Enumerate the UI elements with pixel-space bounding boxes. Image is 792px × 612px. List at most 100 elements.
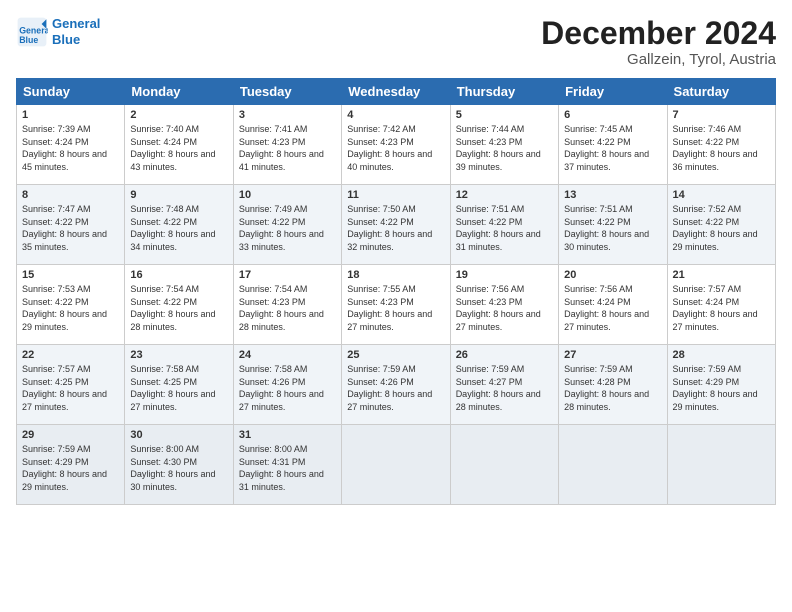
calendar-cell: 2Sunrise: 7:40 AMSunset: 4:24 PMDaylight… (125, 105, 233, 185)
day-number: 5 (456, 109, 553, 121)
calendar-cell: 13 Sunrise: 7:51 AMSunset: 4:22 PMDayligh… (559, 185, 667, 265)
day-number: 1 (22, 109, 119, 121)
day-info: Sunrise: 7:51 AMSunset: 4:22 PMDaylight:… (564, 203, 661, 253)
day-info: Sunrise: 7:42 AMSunset: 4:23 PMDaylight:… (347, 123, 444, 173)
calendar-cell: 24Sunrise: 7:58 AMSunset: 4:26 PMDayligh… (233, 345, 341, 425)
calendar-cell: 25 Sunrise: 7:59 AMSunset: 4:26 PMDayligh… (342, 345, 450, 425)
day-info: Sunrise: 7:50 AMSunset: 4:22 PMDaylight:… (347, 203, 444, 253)
day-info: Sunrise: 7:59 AMSunset: 4:27 PMDaylight:… (456, 363, 553, 413)
calendar-cell: 21 Sunrise: 7:57 AMSunset: 4:24 PMDayligh… (667, 265, 775, 345)
day-number: 14 (673, 189, 770, 201)
day-number: 28 (673, 349, 770, 361)
calendar-cell: 28 Sunrise: 7:59 AMSunset: 4:29 PMDayligh… (667, 345, 775, 425)
calendar-cell: 18Sunrise: 7:55 AMSunset: 4:23 PMDayligh… (342, 265, 450, 345)
weekday-header: Saturday (667, 79, 775, 105)
calendar-cell (559, 425, 667, 505)
month-title: December 2024 (541, 16, 776, 51)
day-info: Sunrise: 7:52 AMSunset: 4:22 PMDaylight:… (673, 203, 770, 253)
day-info: Sunrise: 7:48 AMSunset: 4:22 PMDaylight:… (130, 203, 227, 253)
calendar-cell (342, 425, 450, 505)
calendar-cell: 1 Sunrise: 7:39 AMSunset: 4:24 PMDaylight… (17, 105, 125, 185)
day-number: 17 (239, 269, 336, 281)
calendar-cell: 19 Sunrise: 7:56 AMSunset: 4:23 PMDayligh… (450, 265, 558, 345)
day-number: 2 (130, 109, 227, 121)
calendar-cell: 20 Sunrise: 7:56 AMSunset: 4:24 PMDayligh… (559, 265, 667, 345)
day-number: 21 (673, 269, 770, 281)
day-info: Sunrise: 8:00 AMSunset: 4:30 PMDaylight:… (130, 443, 227, 493)
logo-text: GeneralBlue (52, 16, 100, 47)
day-number: 31 (239, 429, 336, 441)
calendar-cell (450, 425, 558, 505)
day-info: Sunrise: 7:47 AMSunset: 4:22 PMDaylight:… (22, 203, 119, 253)
calendar-cell: 14 Sunrise: 7:52 AMSunset: 4:22 PMDayligh… (667, 185, 775, 265)
calendar-week-row: 22 Sunrise: 7:57 AMSunset: 4:25 PMDayligh… (17, 345, 776, 425)
calendar-cell: 16Sunrise: 7:54 AMSunset: 4:22 PMDayligh… (125, 265, 233, 345)
header: General Blue GeneralBlue December 2024 G… (16, 16, 776, 68)
day-info: Sunrise: 7:59 AMSunset: 4:29 PMDaylight:… (673, 363, 770, 413)
day-number: 15 (22, 269, 119, 281)
calendar-cell (667, 425, 775, 505)
calendar-week-row: 1 Sunrise: 7:39 AMSunset: 4:24 PMDaylight… (17, 105, 776, 185)
day-info: Sunrise: 7:44 AMSunset: 4:23 PMDaylight:… (456, 123, 553, 173)
day-info: Sunrise: 7:56 AMSunset: 4:24 PMDaylight:… (564, 283, 661, 333)
weekday-header: Monday (125, 79, 233, 105)
weekday-header: Friday (559, 79, 667, 105)
calendar-cell: 3 Sunrise: 7:41 AMSunset: 4:23 PMDaylight… (233, 105, 341, 185)
day-number: 6 (564, 109, 661, 121)
day-info: Sunrise: 7:59 AMSunset: 4:26 PMDaylight:… (347, 363, 444, 413)
calendar-cell: 22 Sunrise: 7:57 AMSunset: 4:25 PMDayligh… (17, 345, 125, 425)
day-number: 22 (22, 349, 119, 361)
day-number: 24 (239, 349, 336, 361)
day-number: 16 (130, 269, 227, 281)
calendar-cell: 23Sunrise: 7:58 AMSunset: 4:25 PMDayligh… (125, 345, 233, 425)
calendar-cell: 9 Sunrise: 7:48 AMSunset: 4:22 PMDaylight… (125, 185, 233, 265)
day-number: 26 (456, 349, 553, 361)
day-info: Sunrise: 7:49 AMSunset: 4:22 PMDaylight:… (239, 203, 336, 253)
calendar-cell: 11 Sunrise: 7:50 AMSunset: 4:22 PMDayligh… (342, 185, 450, 265)
weekday-header: Thursday (450, 79, 558, 105)
calendar-cell: 12 Sunrise: 7:51 AMSunset: 4:22 PMDayligh… (450, 185, 558, 265)
day-info: Sunrise: 7:57 AMSunset: 4:24 PMDaylight:… (673, 283, 770, 333)
day-info: Sunrise: 7:46 AMSunset: 4:22 PMDaylight:… (673, 123, 770, 173)
day-info: Sunrise: 7:39 AMSunset: 4:24 PMDaylight:… (22, 123, 119, 173)
day-number: 20 (564, 269, 661, 281)
day-info: Sunrise: 7:59 AMSunset: 4:29 PMDaylight:… (22, 443, 119, 493)
calendar-cell: 31 Sunrise: 8:00 AMSunset: 4:31 PMDayligh… (233, 425, 341, 505)
calendar-cell: 10 Sunrise: 7:49 AMSunset: 4:22 PMDayligh… (233, 185, 341, 265)
day-info: Sunrise: 7:57 AMSunset: 4:25 PMDaylight:… (22, 363, 119, 413)
calendar-cell: 29Sunrise: 7:59 AMSunset: 4:29 PMDayligh… (17, 425, 125, 505)
logo: General Blue GeneralBlue (16, 16, 100, 48)
day-info: Sunrise: 7:51 AMSunset: 4:22 PMDaylight:… (456, 203, 553, 253)
calendar-cell: 7 Sunrise: 7:46 AMSunset: 4:22 PMDaylight… (667, 105, 775, 185)
calendar-header-row: SundayMondayTuesdayWednesdayThursdayFrid… (17, 79, 776, 105)
calendar-week-row: 29Sunrise: 7:59 AMSunset: 4:29 PMDayligh… (17, 425, 776, 505)
day-info: Sunrise: 7:53 AMSunset: 4:22 PMDaylight:… (22, 283, 119, 333)
calendar-week-row: 15 Sunrise: 7:53 AMSunset: 4:22 PMDayligh… (17, 265, 776, 345)
day-info: Sunrise: 7:58 AMSunset: 4:25 PMDaylight:… (130, 363, 227, 413)
day-number: 11 (347, 189, 444, 201)
day-number: 7 (673, 109, 770, 121)
title-block: December 2024 Gallzein, Tyrol, Austria (541, 16, 776, 68)
calendar-cell: 15 Sunrise: 7:53 AMSunset: 4:22 PMDayligh… (17, 265, 125, 345)
day-info: Sunrise: 7:41 AMSunset: 4:23 PMDaylight:… (239, 123, 336, 173)
weekday-header: Tuesday (233, 79, 341, 105)
svg-text:General: General (19, 26, 48, 36)
calendar-cell: 30 Sunrise: 8:00 AMSunset: 4:30 PMDayligh… (125, 425, 233, 505)
day-number: 18 (347, 269, 444, 281)
page: General Blue GeneralBlue December 2024 G… (0, 0, 792, 612)
day-number: 8 (22, 189, 119, 201)
day-number: 3 (239, 109, 336, 121)
day-number: 12 (456, 189, 553, 201)
day-number: 9 (130, 189, 227, 201)
day-info: Sunrise: 7:45 AMSunset: 4:22 PMDaylight:… (564, 123, 661, 173)
day-number: 30 (130, 429, 227, 441)
calendar-week-row: 8 Sunrise: 7:47 AMSunset: 4:22 PMDaylight… (17, 185, 776, 265)
day-number: 27 (564, 349, 661, 361)
day-number: 13 (564, 189, 661, 201)
day-number: 10 (239, 189, 336, 201)
day-number: 25 (347, 349, 444, 361)
day-info: Sunrise: 8:00 AMSunset: 4:31 PMDaylight:… (239, 443, 336, 493)
day-number: 19 (456, 269, 553, 281)
day-info: Sunrise: 7:56 AMSunset: 4:23 PMDaylight:… (456, 283, 553, 333)
location: Gallzein, Tyrol, Austria (541, 51, 776, 68)
